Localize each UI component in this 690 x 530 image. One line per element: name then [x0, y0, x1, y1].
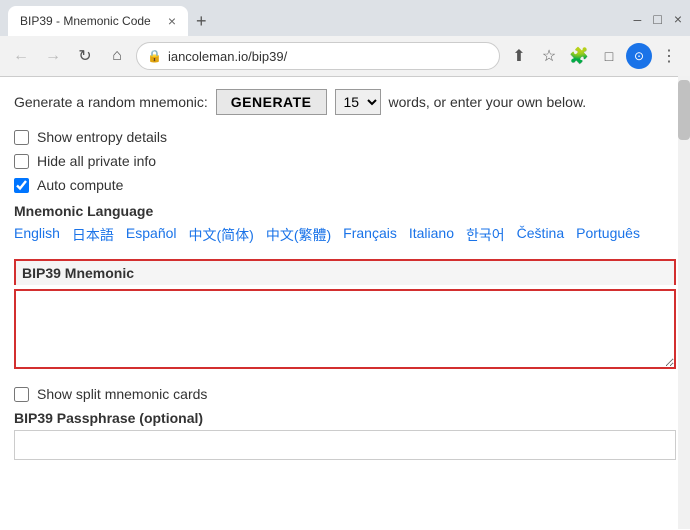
lang-portuguese[interactable]: Português: [576, 225, 640, 245]
tab-title: BIP39 - Mnemonic Code: [20, 14, 160, 28]
show-split-label[interactable]: Show split mnemonic cards: [37, 386, 207, 402]
menu-button[interactable]: ⋮: [656, 43, 682, 69]
minimize-button[interactable]: –: [634, 11, 642, 27]
bookmarks-button[interactable]: ☆: [536, 43, 562, 69]
address-text: iancoleman.io/bip39/: [168, 49, 489, 64]
passphrase-section: BIP39 Passphrase (optional): [14, 410, 676, 460]
close-window-button[interactable]: ×: [674, 11, 682, 27]
maximize-button[interactable]: □: [653, 11, 661, 27]
passphrase-input[interactable]: [14, 430, 676, 460]
lang-italian[interactable]: Italiano: [409, 225, 454, 245]
scrollbar-thumb[interactable]: [678, 80, 690, 140]
lang-japanese[interactable]: 日本語: [72, 225, 114, 245]
words-count-select[interactable]: 3 6 9 12 15 18 21 24: [335, 89, 381, 115]
entropy-checkbox[interactable]: [14, 130, 29, 145]
split-mnemonic-checkbox-row: Show split mnemonic cards: [14, 386, 676, 402]
hide-private-checkbox-row: Hide all private info: [14, 153, 676, 169]
lang-chinese-simplified[interactable]: 中文(简体): [189, 225, 254, 245]
generate-suffix: words, or enter your own below.: [389, 94, 587, 110]
lock-icon: 🔒: [147, 49, 162, 63]
bip39-mnemonic-textarea[interactable]: [14, 289, 676, 369]
new-tab-button[interactable]: +: [196, 12, 207, 30]
lang-spanish[interactable]: Español: [126, 225, 177, 245]
share-button[interactable]: ⬆: [506, 43, 532, 69]
auto-compute-label[interactable]: Auto compute: [37, 177, 123, 193]
lang-chinese-traditional[interactable]: 中文(繁體): [266, 225, 331, 245]
lang-english[interactable]: English: [14, 225, 60, 245]
passphrase-label: BIP39 Passphrase (optional): [14, 410, 676, 426]
forward-button[interactable]: →: [40, 43, 66, 69]
tab-close-button[interactable]: ×: [168, 14, 176, 28]
lang-french[interactable]: Français: [343, 225, 397, 245]
language-links: English 日本語 Español 中文(简体) 中文(繁體) França…: [14, 225, 676, 245]
entropy-label[interactable]: Show entropy details: [37, 129, 167, 145]
lang-czech[interactable]: Čeština: [517, 225, 564, 245]
lang-korean[interactable]: 한국어: [466, 225, 505, 245]
generate-row: Generate a random mnemonic: GENERATE 3 6…: [14, 89, 676, 115]
auto-compute-checkbox[interactable]: [14, 178, 29, 193]
browser-tab[interactable]: BIP39 - Mnemonic Code ×: [8, 6, 188, 36]
page-content: Generate a random mnemonic: GENERATE 3 6…: [0, 77, 690, 530]
generate-label: Generate a random mnemonic:: [14, 94, 208, 110]
auto-compute-checkbox-row: Auto compute: [14, 177, 676, 193]
home-button[interactable]: ⌂: [104, 43, 130, 69]
bip39-mnemonic-label: BIP39 Mnemonic: [14, 259, 676, 285]
entropy-checkbox-row: Show entropy details: [14, 129, 676, 145]
bip39-mnemonic-section: BIP39 Mnemonic: [14, 259, 676, 372]
hide-private-label[interactable]: Hide all private info: [37, 153, 156, 169]
generate-button[interactable]: GENERATE: [216, 89, 327, 115]
address-bar[interactable]: 🔒 iancoleman.io/bip39/: [136, 42, 500, 70]
profile-avatar[interactable]: ⊙: [626, 43, 652, 69]
show-split-checkbox[interactable]: [14, 387, 29, 402]
hide-private-checkbox[interactable]: [14, 154, 29, 169]
scrollbar-track[interactable]: [678, 76, 690, 529]
back-button[interactable]: ←: [8, 43, 34, 69]
extensions-button[interactable]: 🧩: [566, 43, 592, 69]
reload-button[interactable]: ↻: [72, 43, 98, 69]
profile-button[interactable]: □: [596, 43, 622, 69]
mnemonic-language-heading: Mnemonic Language: [14, 203, 676, 219]
